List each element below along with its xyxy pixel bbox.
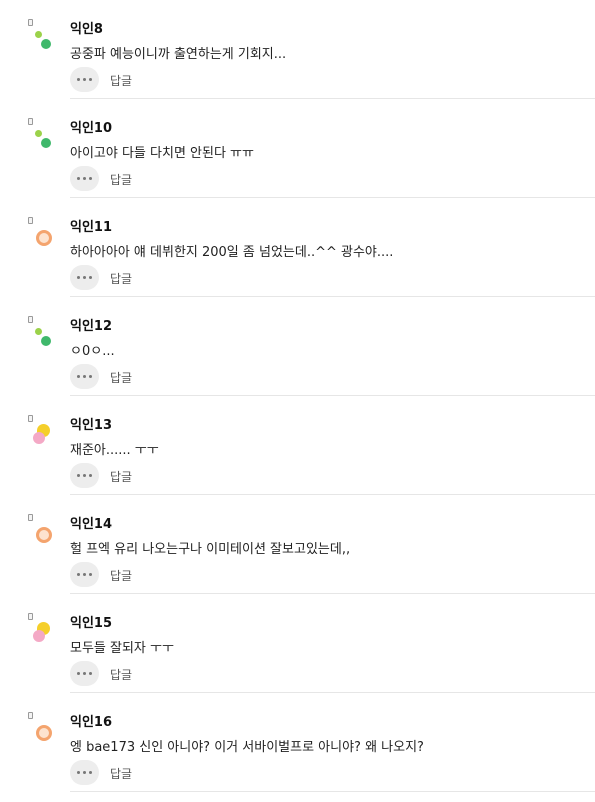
more-dot-icon — [83, 474, 86, 477]
avatar-dot-small — [35, 130, 42, 137]
more-dot-icon — [77, 276, 80, 279]
reply-button[interactable]: 답글 — [110, 171, 132, 188]
comment-item: 익인13 재준아...... ㅜㅜ 답글 — [0, 396, 595, 495]
more-options-button[interactable] — [70, 364, 99, 389]
comment-text: 하아아아아 얘 데뷔한지 200일 좀 넘었는데..^^ 광수야.... — [70, 245, 394, 260]
comment-author: 익인14 — [70, 517, 113, 532]
avatar — [28, 115, 54, 149]
more-dot-icon — [89, 177, 92, 180]
more-options-button[interactable] — [70, 166, 99, 191]
comment-author: 익인15 — [70, 616, 113, 631]
comment-author: 익인8 — [70, 22, 103, 37]
more-options-button[interactable] — [70, 463, 99, 488]
avatar — [28, 214, 54, 248]
comment-text: 헐 프엑 유리 나오는구나 이미테이션 잘보고있는데,, — [70, 542, 351, 557]
comment-text: 아이고야 다들 다치면 안된다 ㅠㅠ — [70, 146, 254, 161]
more-dot-icon — [83, 375, 86, 378]
more-dot-icon — [89, 276, 92, 279]
level-mark-icon — [28, 316, 33, 323]
more-dot-icon — [83, 771, 86, 774]
more-options-button[interactable] — [70, 562, 99, 587]
comment-author: 익인10 — [70, 121, 113, 136]
reply-button[interactable]: 답글 — [110, 270, 132, 287]
avatar — [28, 610, 54, 644]
comment-author: 익인12 — [70, 319, 113, 334]
more-dot-icon — [89, 474, 92, 477]
level-mark-icon — [28, 118, 33, 125]
avatar-ring — [36, 230, 52, 246]
comment-item: 익인10 아이고야 다들 다치면 안된다 ㅠㅠ 답글 — [0, 99, 595, 198]
comment-author: 익인13 — [70, 418, 113, 433]
comment-text: 모두들 잘되자 ㅜㅜ — [70, 641, 174, 656]
more-dot-icon — [89, 375, 92, 378]
level-mark-icon — [28, 514, 33, 521]
more-dot-icon — [83, 78, 86, 81]
more-dot-icon — [83, 177, 86, 180]
comment-text: 공중파 예능이니까 출연하는게 기회지... — [70, 47, 287, 62]
comment-item: 익인11 하아아아아 얘 데뷔한지 200일 좀 넘었는데..^^ 광수야...… — [0, 198, 595, 297]
comment-text: 엥 bae173 신인 아니야? 이거 서바이벌프로 아니야? 왜 나오지? — [70, 740, 424, 755]
avatar — [28, 709, 54, 743]
comment-item: 익인8 공중파 예능이니까 출연하는게 기회지... 답글 — [0, 0, 595, 99]
avatar — [28, 16, 54, 50]
more-dot-icon — [83, 276, 86, 279]
avatar — [28, 313, 54, 347]
comment-text: 재준아...... ㅜㅜ — [70, 443, 159, 458]
comment-list: 익인8 공중파 예능이니까 출연하는게 기회지... 답글 익인10 아이고야 … — [0, 0, 595, 792]
more-dot-icon — [77, 177, 80, 180]
reply-button[interactable]: 답글 — [110, 369, 132, 386]
more-dot-icon — [89, 771, 92, 774]
avatar-blob — [33, 630, 45, 642]
more-dot-icon — [83, 672, 86, 675]
comment-text: ㅇ0ㅇ... — [70, 344, 115, 359]
more-dot-icon — [77, 672, 80, 675]
comment-author: 익인16 — [70, 715, 113, 730]
more-dot-icon — [77, 375, 80, 378]
comment-item: 익인14 헐 프엑 유리 나오는구나 이미테이션 잘보고있는데,, 답글 — [0, 495, 595, 594]
more-dot-icon — [83, 573, 86, 576]
avatar-blob — [33, 432, 45, 444]
avatar-dot-large — [41, 336, 51, 346]
more-dot-icon — [77, 573, 80, 576]
avatar — [28, 412, 54, 446]
comment-item: 익인15 모두들 잘되자 ㅜㅜ 답글 — [0, 594, 595, 693]
comment-item: 익인12 ㅇ0ㅇ... 답글 — [0, 297, 595, 396]
reply-button[interactable]: 답글 — [110, 567, 132, 584]
avatar-dot-large — [41, 138, 51, 148]
level-mark-icon — [28, 613, 33, 620]
reply-button[interactable]: 답글 — [110, 666, 132, 683]
more-dot-icon — [89, 573, 92, 576]
level-mark-icon — [28, 217, 33, 224]
level-mark-icon — [28, 712, 33, 719]
more-dot-icon — [77, 771, 80, 774]
more-dot-icon — [89, 78, 92, 81]
avatar-ring — [36, 725, 52, 741]
more-dot-icon — [89, 672, 92, 675]
more-options-button[interactable] — [70, 661, 99, 686]
more-options-button[interactable] — [70, 760, 99, 785]
avatar-ring — [36, 527, 52, 543]
more-dot-icon — [77, 78, 80, 81]
avatar — [28, 511, 54, 545]
comment-author: 익인11 — [70, 220, 113, 235]
avatar-dot-small — [35, 328, 42, 335]
reply-button[interactable]: 답글 — [110, 468, 132, 485]
divider — [70, 791, 595, 792]
level-mark-icon — [28, 19, 33, 26]
reply-button[interactable]: 답글 — [110, 72, 132, 89]
more-options-button[interactable] — [70, 67, 99, 92]
level-mark-icon — [28, 415, 33, 422]
avatar-dot-small — [35, 31, 42, 38]
more-options-button[interactable] — [70, 265, 99, 290]
avatar-dot-large — [41, 39, 51, 49]
comment-item: 익인16 엥 bae173 신인 아니야? 이거 서바이벌프로 아니야? 왜 나… — [0, 693, 595, 792]
more-dot-icon — [77, 474, 80, 477]
reply-button[interactable]: 답글 — [110, 765, 132, 782]
